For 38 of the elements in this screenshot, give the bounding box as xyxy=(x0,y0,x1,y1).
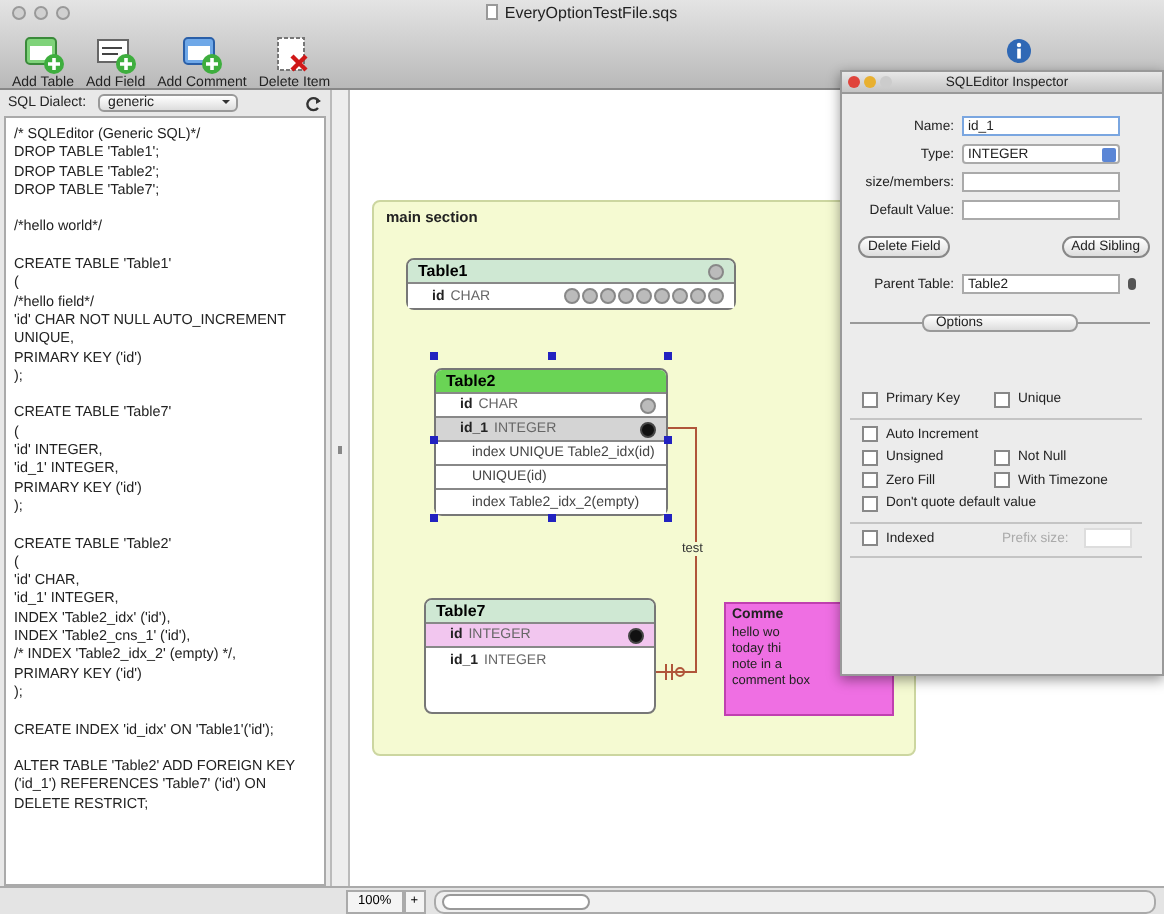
checkbox-box[interactable] xyxy=(862,495,878,512)
resize-handle[interactable] xyxy=(547,514,555,522)
resize-handle[interactable] xyxy=(664,514,672,522)
document-icon xyxy=(486,4,499,20)
default-value-field[interactable] xyxy=(962,200,1120,220)
prefix-size-field[interactable] xyxy=(1084,528,1133,549)
resize-handle[interactable] xyxy=(664,436,672,444)
table-name: Table2 xyxy=(446,372,496,390)
size-field[interactable] xyxy=(962,172,1120,192)
checkbox-box[interactable] xyxy=(862,391,878,408)
checkbox-box[interactable] xyxy=(994,391,1010,408)
close-button[interactable] xyxy=(848,76,860,88)
split-handle[interactable] xyxy=(338,446,342,454)
sql-text-area[interactable] xyxy=(4,116,326,886)
refresh-icon[interactable] xyxy=(306,95,322,111)
resize-handle[interactable] xyxy=(430,436,438,444)
checkbox-box[interactable] xyxy=(862,449,878,466)
resize-handle[interactable] xyxy=(430,352,438,360)
checkbox-box[interactable] xyxy=(862,530,878,547)
checkbox-box[interactable] xyxy=(994,449,1010,466)
table-name: Table1 xyxy=(418,262,468,280)
field-add-icon xyxy=(93,36,138,76)
checkbox-box[interactable] xyxy=(862,472,878,489)
table-add-icon xyxy=(21,36,65,76)
table-name: Table7 xyxy=(436,602,486,620)
stepper-icon[interactable] xyxy=(1128,278,1136,290)
resize-handle[interactable] xyxy=(430,514,438,522)
window-zoom-button[interactable] xyxy=(56,5,70,19)
info-icon[interactable] xyxy=(1006,38,1032,64)
window-close-button[interactable] xyxy=(12,5,26,19)
horizontal-scrollbar[interactable] xyxy=(433,889,1156,913)
checkbox-box[interactable] xyxy=(994,472,1010,489)
resize-handle[interactable] xyxy=(547,352,555,360)
checkbox-box[interactable] xyxy=(862,426,878,443)
resize-handle[interactable] xyxy=(664,352,672,360)
window-minimize-button[interactable] xyxy=(34,5,48,19)
window-title: EveryOptionTestFile.sqs xyxy=(504,3,678,21)
note-add-icon xyxy=(179,36,224,76)
